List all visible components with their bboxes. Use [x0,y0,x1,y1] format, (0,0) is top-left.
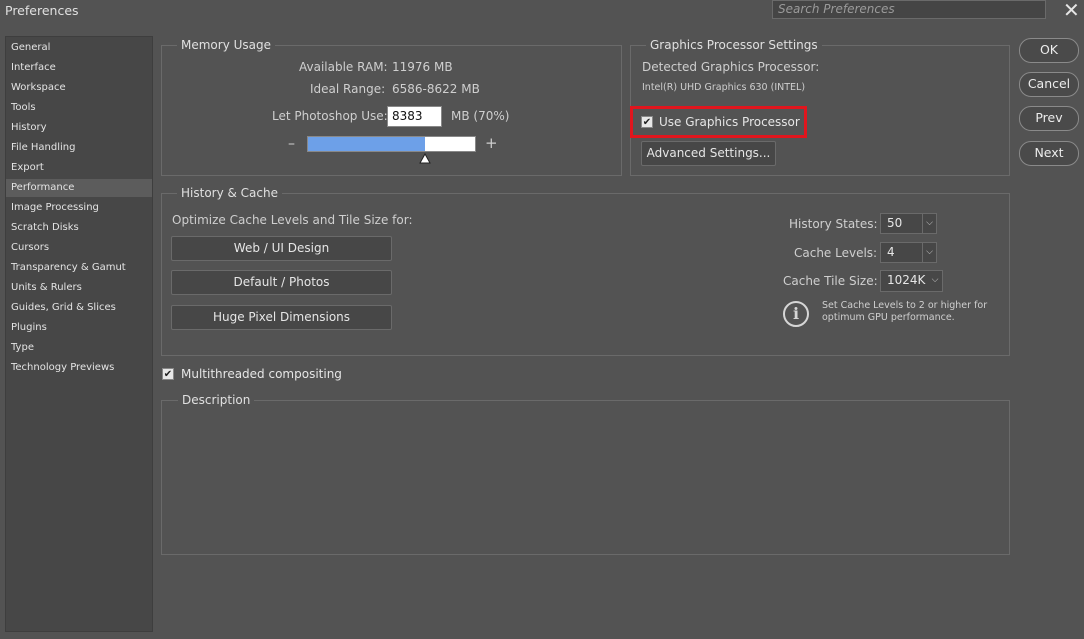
memory-slider-thumb-icon[interactable] [419,153,431,165]
memory-use-input[interactable]: 8383 [387,106,442,127]
sidebar-item-technology-previews[interactable]: Technology Previews [6,359,152,377]
sidebar-item-guides-grid-slices[interactable]: Guides, Grid & Slices [6,299,152,317]
info-icon: i [783,301,809,327]
sidebar-item-cursors[interactable]: Cursors [6,239,152,257]
use-gpu-checkbox[interactable]: ✔ [641,116,653,128]
description-group [161,400,1010,555]
search-input[interactable]: Search Preferences [772,0,1046,19]
sidebar-item-history[interactable]: History [6,119,152,137]
sidebar-item-scratch-disks[interactable]: Scratch Disks [6,219,152,237]
history-states-label: History States: [789,217,878,231]
cancel-button[interactable]: Cancel [1019,72,1079,97]
sidebar-item-plugins[interactable]: Plugins [6,319,152,337]
sidebar-item-transparency-gamut[interactable]: Transparency & Gamut [6,259,152,277]
sidebar-item-units-rulers[interactable]: Units & Rulers [6,279,152,297]
cache-info-line-2: optimum GPU performance. [822,312,955,323]
history-states-dropdown[interactable]: 50 ⌵ [880,213,937,234]
memory-slider-track [425,137,475,151]
sidebar-item-interface[interactable]: Interface [6,59,152,77]
let-photoshop-use-label: Let Photoshop Use: [272,109,388,123]
use-gpu-label[interactable]: Use Graphics Processor [659,115,800,129]
chevron-down-icon: ⌵ [931,275,939,285]
optimize-cache-label: Optimize Cache Levels and Tile Size for: [172,213,413,227]
prev-button[interactable]: Prev [1019,106,1079,131]
sidebar-item-image-processing[interactable]: Image Processing [6,199,152,217]
memory-usage-legend: Memory Usage [177,38,276,52]
cache-tile-size-dropdown[interactable]: 1024K ⌵ [880,270,943,292]
detected-gpu-label: Detected Graphics Processor: [642,60,820,74]
memory-slider[interactable] [307,136,476,152]
ok-button[interactable]: OK [1019,38,1079,63]
gpu-settings-legend: Graphics Processor Settings [646,38,822,52]
cache-levels-value: 4 [887,245,895,259]
memory-slider-fill [308,137,425,151]
huge-pixel-dimensions-button[interactable]: Huge Pixel Dimensions [171,305,392,330]
sidebar-item-file-handling[interactable]: File Handling [6,139,152,157]
history-states-value: 50 [887,216,903,230]
memory-increase-button[interactable]: + [485,134,498,152]
sidebar: General Interface Workspace Tools Histor… [5,36,153,632]
sidebar-item-general[interactable]: General [6,39,152,57]
history-cache-legend: History & Cache [177,186,282,200]
cache-levels-dropdown[interactable]: 4 ⌵ [880,242,937,263]
chevron-down-icon: ⌵ [922,214,936,233]
memory-use-unit: MB (70%) [451,109,510,123]
sidebar-item-export[interactable]: Export [6,159,152,177]
description-legend: Description [178,393,255,407]
ideal-range-label: Ideal Range: [310,82,386,96]
cache-tile-size-label: Cache Tile Size: [783,274,878,288]
window-title: Preferences [5,3,79,18]
cache-levels-label: Cache Levels: [794,246,878,260]
sidebar-item-workspace[interactable]: Workspace [6,79,152,97]
close-icon[interactable]: ✕ [1063,0,1080,22]
chevron-down-icon: ⌵ [922,243,936,262]
sidebar-item-tools[interactable]: Tools [6,99,152,117]
ideal-range-value: 6586-8622 MB [392,82,480,96]
multithreaded-label[interactable]: Multithreaded compositing [181,367,342,381]
default-photos-button[interactable]: Default / Photos [171,270,392,295]
detected-gpu-value: Intel(R) UHD Graphics 630 (INTEL) [642,82,806,93]
cache-info-line-1: Set Cache Levels to 2 or higher for [822,300,988,311]
cache-tile-size-value: 1024K [887,273,926,287]
available-ram-value: 11976 MB [392,60,453,74]
sidebar-item-type[interactable]: Type [6,339,152,357]
advanced-settings-button[interactable]: Advanced Settings... [641,141,776,166]
multithreaded-checkbox[interactable]: ✔ [162,368,174,380]
memory-decrease-button[interactable]: – [288,136,295,152]
available-ram-label: Available RAM: [299,60,388,74]
sidebar-item-performance[interactable]: Performance [6,179,152,197]
next-button[interactable]: Next [1019,141,1079,166]
web-ui-design-button[interactable]: Web / UI Design [171,236,392,261]
